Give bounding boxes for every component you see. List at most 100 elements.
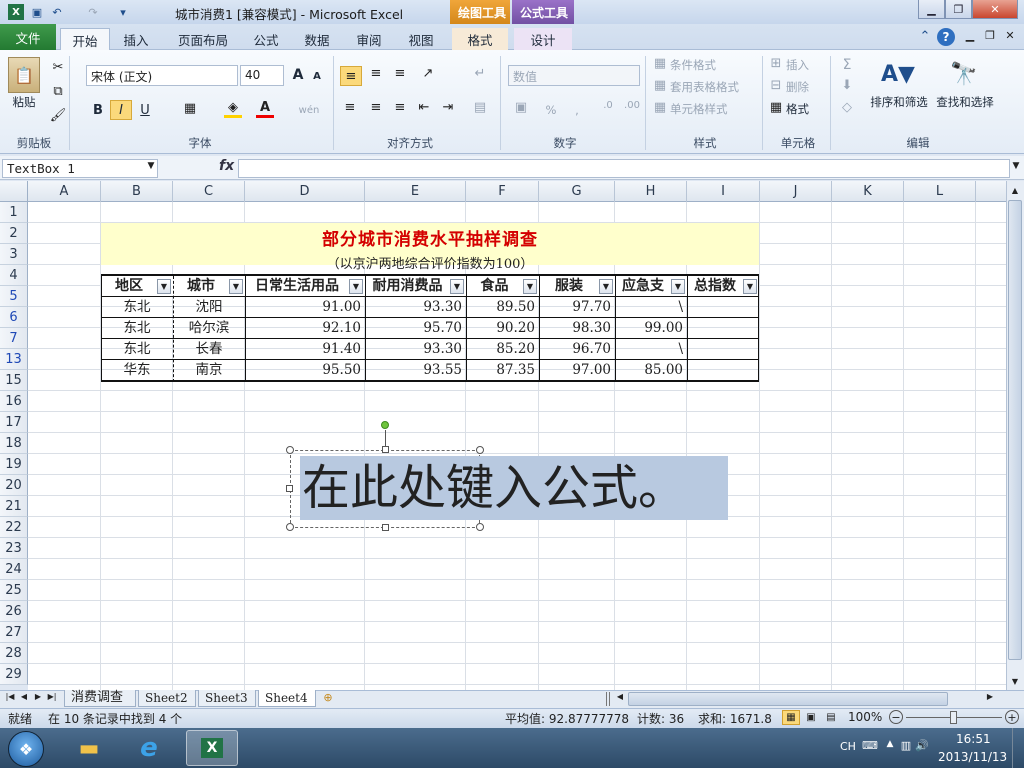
tab-home[interactable]: 开始 [60, 28, 110, 51]
column-header-l[interactable]: L [904, 181, 976, 202]
page-layout-view-icon[interactable]: ▣ [802, 710, 820, 725]
filter-dropdown-icon[interactable]: ▼ [349, 279, 363, 294]
file-tab[interactable]: 文件 [0, 24, 56, 50]
fill-icon[interactable]: ⬇ [838, 78, 856, 93]
font-color-icon[interactable]: A [256, 100, 274, 118]
row-header-2[interactable]: 2 [0, 223, 28, 244]
filter-dropdown-icon[interactable]: ▼ [157, 279, 171, 294]
column-header-g[interactable]: G [539, 181, 615, 202]
table-cell[interactable]: 华东 [101, 360, 173, 381]
excel-app-icon[interactable]: X [8, 4, 24, 20]
table-cell[interactable] [687, 318, 759, 339]
table-cell[interactable]: 93.30 [365, 339, 466, 360]
table-cell[interactable]: 哈尔滨 [173, 318, 245, 339]
insert-sheet-icon[interactable]: ⊕ [320, 691, 336, 704]
sheet-tab-sheet4[interactable]: Sheet4 [258, 690, 316, 707]
row-header-5[interactable]: 5 [0, 286, 28, 307]
wb-restore-icon[interactable]: ❐ [982, 29, 998, 42]
table-cell[interactable]: 91.40 [245, 339, 365, 360]
borders-icon[interactable]: ▦ [180, 101, 200, 116]
page-break-view-icon[interactable]: ▤ [822, 710, 840, 725]
resize-handle-se[interactable] [476, 523, 484, 531]
row-header-4[interactable]: 4 [0, 265, 28, 286]
row-header-17[interactable]: 17 [0, 412, 28, 433]
table-cell[interactable]: 85.20 [466, 339, 539, 360]
table-cell[interactable]: \ [615, 297, 687, 318]
insert-function-button[interactable]: fx [219, 158, 234, 174]
currency-icon[interactable]: ▣ [510, 100, 532, 115]
filter-dropdown-icon[interactable]: ▼ [450, 279, 464, 294]
row-header-19[interactable]: 19 [0, 454, 28, 475]
row-header-18[interactable]: 18 [0, 433, 28, 454]
resize-handle-w[interactable] [286, 485, 293, 492]
tab-view[interactable]: 视图 [400, 28, 442, 50]
tab-page-layout[interactable]: 页面布局 [170, 28, 236, 50]
table-cell[interactable]: 97.00 [539, 360, 615, 381]
cell-styles-icon[interactable]: ▦ [652, 100, 668, 115]
column-header-b[interactable]: B [101, 181, 173, 202]
row-header-16[interactable]: 16 [0, 391, 28, 412]
column-header-d[interactable]: D [245, 181, 365, 202]
table-cell[interactable]: 95.50 [245, 360, 365, 381]
column-header-e[interactable]: E [365, 181, 466, 202]
wb-minimize-icon[interactable]: ▁ [962, 29, 978, 42]
format-cells-button[interactable]: 格式 [786, 100, 809, 118]
align-middle-icon[interactable]: ≡ [366, 66, 386, 81]
input-language[interactable]: CH [840, 740, 856, 753]
align-right-icon[interactable]: ≡ [390, 100, 410, 115]
row-header-6[interactable]: 6 [0, 307, 28, 328]
row-header-29[interactable]: 29 [0, 664, 28, 685]
sheet-tab-sheet3[interactable]: Sheet3 [198, 690, 256, 707]
tab-formula-design[interactable]: 设计 [514, 28, 572, 50]
vertical-scroll-thumb[interactable] [1008, 200, 1022, 660]
row-header-26[interactable]: 26 [0, 601, 28, 622]
last-sheet-icon[interactable]: ▶| [46, 692, 58, 701]
align-left-icon[interactable]: ≡ [340, 100, 360, 115]
excel-taskbar-button[interactable]: X [186, 730, 238, 766]
wrap-text-icon[interactable]: ↵ [470, 66, 490, 81]
font-name-combo[interactable]: 宋体 (正文) [86, 65, 238, 86]
table-cell[interactable]: 89.50 [466, 297, 539, 318]
file-explorer-icon[interactable]: ▬ [70, 732, 108, 764]
sheet-tab-sheet2[interactable]: Sheet2 [138, 690, 196, 707]
row-header-3[interactable]: 3 [0, 244, 28, 265]
zoom-level[interactable]: 100% [848, 710, 882, 724]
fill-color-icon[interactable]: ◈ [224, 100, 242, 118]
row-header-24[interactable]: 24 [0, 559, 28, 580]
autosum-button[interactable]: Σ [838, 56, 856, 74]
filter-dropdown-icon[interactable]: ▼ [671, 279, 685, 294]
table-cell[interactable]: 93.30 [365, 297, 466, 318]
grow-font-button[interactable]: A [290, 66, 306, 84]
table-cell[interactable]: \ [615, 339, 687, 360]
delete-cells-button[interactable]: 删除 [786, 78, 809, 96]
save-icon[interactable]: ▣ [28, 3, 46, 21]
conditional-format-icon[interactable]: ▦ [652, 56, 668, 71]
table-cell[interactable]: 97.70 [539, 297, 615, 318]
row-header-28[interactable]: 28 [0, 643, 28, 664]
align-center-icon[interactable]: ≡ [366, 100, 386, 115]
filter-dropdown-icon[interactable]: ▼ [229, 279, 243, 294]
table-cell[interactable] [687, 360, 759, 381]
equation-placeholder[interactable]: 在此处键入公式。 [300, 456, 728, 520]
clock-date[interactable]: 2013/11/13 [938, 750, 1007, 764]
resize-handle-nw[interactable] [286, 446, 294, 454]
rotation-handle[interactable] [381, 421, 389, 429]
align-bottom-icon[interactable]: ≡ [390, 66, 410, 81]
resize-handle-ne[interactable] [476, 446, 484, 454]
row-header-7[interactable]: 7 [0, 328, 28, 349]
align-top-icon[interactable]: ≡ [340, 66, 362, 86]
filter-dropdown-icon[interactable]: ▼ [523, 279, 537, 294]
table-cell[interactable]: 长春 [173, 339, 245, 360]
table-header-cell[interactable]: 耐用消费品 [365, 276, 450, 297]
column-header-c[interactable]: C [173, 181, 245, 202]
row-header-1[interactable]: 1 [0, 202, 28, 223]
underline-button[interactable]: U [136, 100, 154, 120]
table-cell[interactable]: 92.10 [245, 318, 365, 339]
zoom-out-icon[interactable]: − [889, 710, 903, 724]
expand-formula-icon[interactable]: ▼ [1010, 161, 1022, 171]
table-cell[interactable]: 东北 [101, 297, 173, 318]
increase-indent-icon[interactable]: ⇥ [438, 100, 458, 115]
insert-cells-icon[interactable]: ⊞ [768, 56, 784, 71]
cell-styles-button[interactable]: 单元格样式 [670, 100, 728, 118]
resize-handle-sw[interactable] [286, 523, 294, 531]
